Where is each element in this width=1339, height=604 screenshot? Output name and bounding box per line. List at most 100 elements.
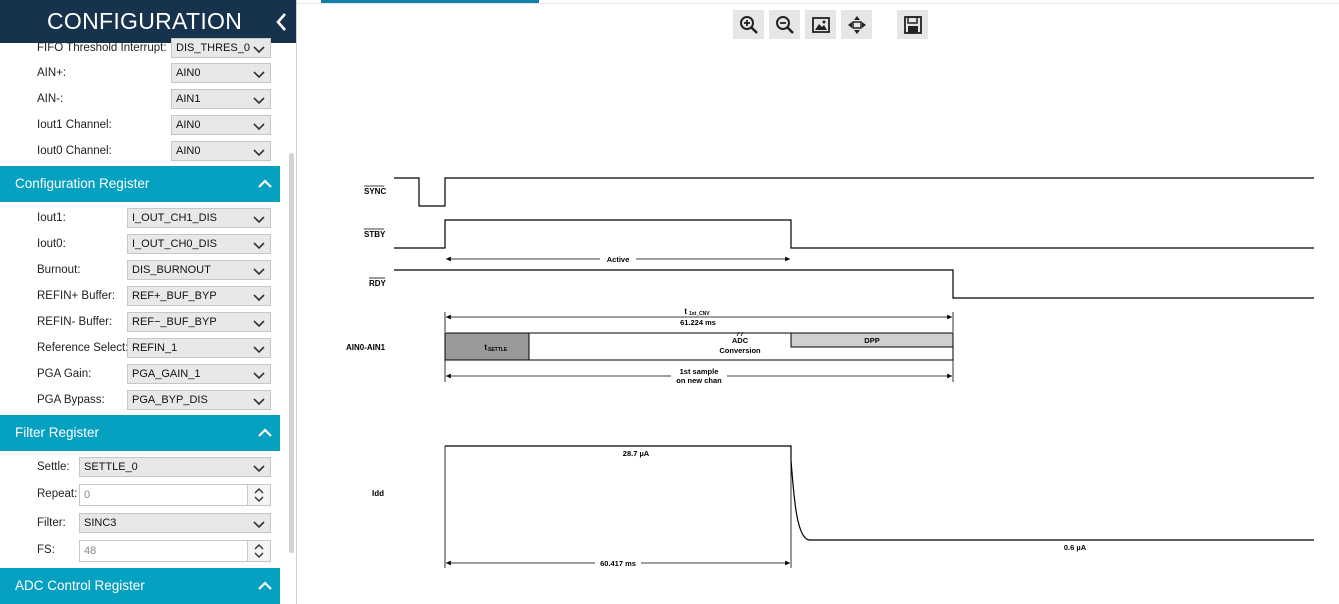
field-label: Iout0 Channel: (37, 145, 112, 157)
field-label: Settle: (37, 461, 70, 473)
spinner-up-down-icon (254, 544, 264, 558)
ain-minus-select[interactable]: AIN1 (171, 89, 271, 109)
chevron-down-icon (253, 372, 265, 380)
section-adc-control-register[interactable]: ADC Control Register (0, 568, 280, 604)
field-label: PGA Bypass: (37, 394, 105, 406)
filter-select[interactable]: SINC3 (79, 513, 271, 533)
sidebar-scrollbar[interactable] (289, 153, 294, 553)
field-label: FIFO Threshold Interrupt: (37, 42, 167, 54)
field-label: FS: (37, 544, 55, 556)
select-value: REF+_BUF_BYP (132, 290, 217, 302)
select-value: I_OUT_CH0_DIS (132, 238, 217, 250)
spinner-up-down-icon (254, 488, 264, 502)
field-label: REFIN- Buffer: (37, 316, 113, 328)
dpp-label: DPP (864, 336, 879, 345)
select-value: REFIN_1 (132, 342, 178, 354)
field-row-fs: FS: 48 (0, 538, 280, 564)
field-row-iout1: Iout1: I_OUT_CH1_DIS (0, 206, 280, 232)
ain-plus-select[interactable]: AIN0 (171, 63, 271, 83)
signal-label-idd: Idd (372, 489, 384, 498)
field-row-pga-bypass: PGA Bypass: PGA_BYP_DIS (0, 388, 280, 414)
chevron-down-icon (253, 71, 265, 79)
field-label: AIN+: (37, 67, 67, 79)
chevron-down-icon (253, 268, 265, 276)
field-label: Iout0: (37, 238, 66, 250)
select-value: SETTLE_0 (84, 461, 138, 473)
field-row-iout0-channel: Iout0 Channel: AIN0 (0, 139, 280, 165)
repeat-spinner[interactable]: 0 (79, 484, 271, 506)
field-row-refin-plus-buffer: REFIN+ Buffer: REF+_BUF_BYP (0, 284, 280, 310)
chevron-down-icon (253, 294, 265, 302)
idd-low-label: 0.6 µA (1064, 543, 1087, 552)
iout0-select[interactable]: I_OUT_CH0_DIS (127, 234, 271, 254)
select-value: DIS_THRES_0 (176, 42, 250, 54)
field-row-burnout: Burnout: DIS_BURNOUT (0, 258, 280, 284)
t1st-subscript: 1st_CNV (689, 311, 710, 317)
t1st-value: 61.224 ms (680, 318, 716, 327)
t1st-label: t (684, 307, 687, 316)
sync-waveform (394, 177, 1314, 207)
iout0-channel-select[interactable]: AIN0 (171, 141, 271, 161)
chevron-up-icon (258, 581, 272, 590)
signal-label-stby: STBY (364, 230, 386, 239)
field-row-reference-select: Reference Select: REFIN_1 (0, 336, 280, 362)
reference-select[interactable]: REFIN_1 (127, 338, 271, 358)
chevron-down-icon (253, 97, 265, 105)
chevron-down-icon (253, 123, 265, 131)
settle-select[interactable]: SETTLE_0 (79, 457, 271, 477)
tsettle-box (444, 332, 530, 361)
chevron-down-icon (253, 149, 265, 157)
refin-minus-buffer-select[interactable]: REF−_BUF_BYP (127, 312, 271, 332)
signal-label-sync: SYNC (364, 187, 386, 196)
idd-high-label: 28.7 µA (623, 449, 650, 458)
select-value: AIN0 (176, 119, 201, 131)
pga-bypass-select[interactable]: PGA_BYP_DIS (127, 390, 271, 410)
first-sample-line2: on new chan (676, 376, 722, 385)
field-label: Filter: (37, 517, 66, 529)
chevron-down-icon (253, 346, 265, 354)
spinner-arrows[interactable] (247, 541, 270, 561)
select-value: AIN0 (176, 67, 201, 79)
burnout-select[interactable]: DIS_BURNOUT (127, 260, 271, 280)
main-panel: SYNC STBY Active RDY t 1st_CNV 61.224 ms… (297, 0, 1339, 604)
iout1-channel-select[interactable]: AIN0 (171, 115, 271, 135)
spinner-arrows[interactable] (247, 485, 270, 505)
pga-gain-select[interactable]: PGA_GAIN_1 (127, 364, 271, 384)
adc-label-line2: Conversion (719, 346, 761, 355)
chevron-up-icon (258, 428, 272, 437)
fifo-threshold-select[interactable]: DIS_THRES_0 (171, 38, 271, 58)
field-label: REFIN+ Buffer: (37, 290, 116, 302)
field-label: Burnout: (37, 264, 81, 276)
field-label: PGA Gain: (37, 368, 92, 380)
select-value: I_OUT_CH1_DIS (132, 212, 217, 224)
field-label: Repeat: (37, 488, 78, 500)
signal-label-rdy: RDY (369, 279, 387, 288)
field-row-repeat: Repeat: 0 (0, 482, 280, 508)
field-row-iout0: Iout0: I_OUT_CH0_DIS (0, 232, 280, 258)
spinner-value: 48 (84, 545, 97, 557)
section-filter-register[interactable]: Filter Register (0, 415, 280, 451)
refin-plus-buffer-select[interactable]: REF+_BUF_BYP (127, 286, 271, 306)
section-configuration-register[interactable]: Configuration Register (0, 166, 280, 202)
collapse-sidebar-button[interactable] (272, 10, 292, 34)
chevron-up-icon (258, 179, 272, 188)
select-value: AIN0 (176, 145, 201, 157)
chevron-down-icon (253, 242, 265, 250)
section-title: Filter Register (15, 425, 100, 440)
active-label: Active (607, 255, 630, 264)
first-sample-line1: 1st sample (680, 367, 719, 376)
spinner-value: 0 (84, 489, 91, 501)
tsettle-label: t (484, 343, 487, 352)
fs-spinner[interactable]: 48 (79, 540, 271, 562)
sidebar-title: CONFIGURATION (47, 8, 243, 34)
select-value: REF−_BUF_BYP (132, 316, 217, 328)
timing-diagram: SYNC STBY Active RDY t 1st_CNV 61.224 ms… (346, 177, 1314, 568)
select-value: PGA_BYP_DIS (132, 394, 208, 406)
field-row-refin-minus-buffer: REFIN- Buffer: REF−_BUF_BYP (0, 310, 280, 336)
tsettle-subscript: SETTLE (488, 347, 508, 353)
idd-waveform (445, 445, 1314, 541)
iout1-select[interactable]: I_OUT_CH1_DIS (127, 208, 271, 228)
select-value: PGA_GAIN_1 (132, 368, 201, 380)
field-label: Iout1 Channel: (37, 119, 112, 131)
select-value: AIN1 (176, 93, 201, 105)
